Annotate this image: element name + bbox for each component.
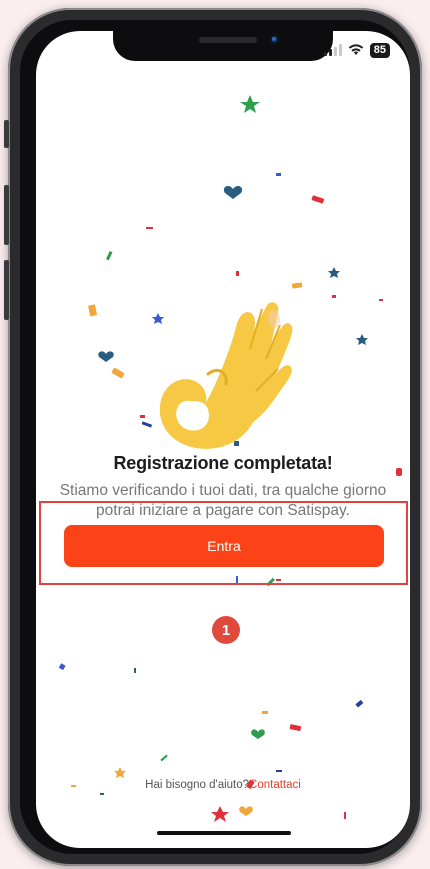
volume-down-button xyxy=(4,260,9,320)
front-camera xyxy=(269,34,280,45)
ok-hand-icon xyxy=(159,302,293,449)
home-indicator xyxy=(157,831,291,835)
speaker-grille xyxy=(199,37,257,43)
notch xyxy=(113,31,333,61)
contact-link[interactable]: Contattaci xyxy=(249,779,301,791)
signal-icon xyxy=(323,44,342,56)
status-bar: 85 xyxy=(323,42,390,58)
page-title: Registrazione completata! xyxy=(113,453,333,473)
mute-switch xyxy=(4,120,9,148)
step-marker: 1 xyxy=(212,616,240,644)
help-text: Hai bisogno d'aiuto? xyxy=(145,779,250,791)
help-line: Hai bisogno d'aiuto?Contattaci xyxy=(36,779,410,791)
volume-up-button xyxy=(4,185,9,245)
battery-icon: 85 xyxy=(369,42,390,58)
app-screen: 85 Registrazione completata! Stiamo veri… xyxy=(36,31,410,848)
wifi-icon xyxy=(348,44,363,55)
highlight-box xyxy=(39,501,408,585)
